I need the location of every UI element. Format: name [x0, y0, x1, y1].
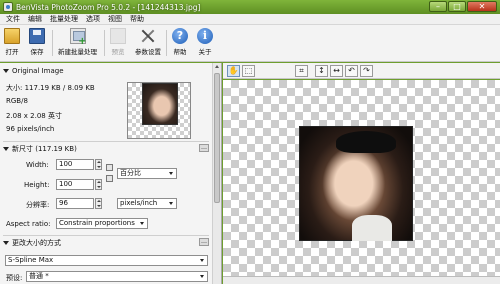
- height-label: Height:: [24, 181, 50, 189]
- maximize-button[interactable]: □: [448, 1, 466, 12]
- crop-button[interactable]: ⌗: [295, 65, 308, 77]
- tools-icon: [140, 28, 156, 44]
- resolution-info: 96 pixels/inch: [6, 125, 55, 133]
- original-thumbnail: [127, 82, 191, 139]
- about-button[interactable]: i 关于: [197, 28, 213, 56]
- menu-batch[interactable]: 批量处理: [46, 14, 82, 24]
- info-icon: i: [197, 28, 213, 44]
- help-icon: ?: [172, 28, 188, 44]
- menu-help[interactable]: 帮助: [126, 14, 148, 24]
- new-batch-button[interactable]: 新建批量处理: [58, 28, 97, 56]
- batch-icon: [69, 28, 87, 47]
- collapse-triangle-icon: [3, 241, 9, 245]
- open-label: 打开: [5, 48, 19, 56]
- window-controls: – □ ✕: [429, 1, 497, 12]
- preset-select[interactable]: 普通 *: [26, 271, 208, 282]
- close-button[interactable]: ✕: [467, 1, 497, 12]
- menu-bar: 文件 编辑 批量处理 选项 视图 帮助: [0, 14, 500, 25]
- app-icon: [3, 2, 13, 12]
- fit-horizontal-button[interactable]: ↔: [330, 65, 343, 77]
- file-size-info: 大小: 117.19 KB / 8.09 KB: [6, 84, 95, 92]
- menu-view[interactable]: 视图: [104, 14, 126, 24]
- resize-method-select[interactable]: S-Spline Max: [5, 255, 208, 266]
- status-bar: [223, 276, 500, 284]
- width-stepper[interactable]: [95, 159, 102, 170]
- menu-edit[interactable]: 编辑: [24, 14, 46, 24]
- main-toolbar: 打开 保存 新建批量处理 预览 参数设置 ? 帮助 i 关于: [0, 25, 500, 62]
- toolbar-separator: [52, 30, 53, 56]
- help-button[interactable]: ? 帮助: [172, 28, 188, 56]
- hand-icon: ✋: [228, 66, 239, 75]
- resolution-stepper[interactable]: [95, 198, 102, 209]
- vertical-arrows-icon: ↕: [318, 66, 325, 75]
- fit-vertical-button[interactable]: ↕: [315, 65, 328, 77]
- scrollbar-thumb[interactable]: [214, 73, 220, 203]
- open-button[interactable]: 打开: [4, 28, 20, 56]
- save-label: 保存: [30, 48, 44, 56]
- size-unit-select[interactable]: 百分比: [117, 168, 177, 179]
- view-toolbar: ✋ ⬚ ⌗ ↕ ↔ ↶ ↷: [223, 63, 500, 79]
- help-label: 帮助: [173, 48, 187, 56]
- scroll-up-arrow-icon[interactable]: [215, 65, 219, 68]
- preview-image: [299, 126, 413, 241]
- floppy-disk-icon: [29, 28, 45, 44]
- thumbnail-image: [142, 83, 178, 125]
- about-label: 关于: [198, 48, 212, 56]
- aspect-ratio-label: Aspect ratio:: [6, 220, 51, 228]
- width-label: Width:: [26, 161, 49, 169]
- dimensions-info: 2.08 x 2.08 英寸: [6, 112, 62, 120]
- section-divider: [3, 141, 209, 142]
- width-field[interactable]: 100: [56, 159, 94, 170]
- resolution-unit-select[interactable]: pixels/inch: [117, 198, 177, 209]
- original-image-header[interactable]: Original Image: [3, 67, 64, 75]
- rotate-left-button[interactable]: ↶: [345, 65, 358, 77]
- rotate-right-icon: ↷: [363, 66, 370, 75]
- aspect-lock-icon[interactable]: [106, 175, 113, 182]
- settings-panel: Original Image 大小: 117.19 KB / 8.09 KB R…: [0, 63, 222, 284]
- resize-method-header[interactable]: 更改大小的方式: [3, 238, 61, 248]
- hand-tool-button[interactable]: ✋: [227, 65, 240, 77]
- title-bar: BenVista PhotoZoom Pro 5.0.2 - [14124431…: [0, 0, 500, 14]
- preview-label: 预览: [111, 48, 125, 56]
- new-batch-label: 新建批量处理: [58, 48, 97, 56]
- color-mode-info: RGB/8: [6, 97, 28, 105]
- menu-file[interactable]: 文件: [2, 14, 24, 24]
- original-image-title: Original Image: [12, 67, 64, 75]
- toolbar-separator: [104, 30, 105, 56]
- rotate-right-button[interactable]: ↷: [360, 65, 373, 77]
- preview-button[interactable]: 预览: [110, 28, 126, 56]
- select-tool-button[interactable]: ⬚: [242, 65, 255, 77]
- settings-label: 参数设置: [135, 48, 161, 56]
- printer-icon: [110, 28, 126, 44]
- resize-method-title: 更改大小的方式: [12, 239, 61, 247]
- horizontal-arrows-icon: ↔: [333, 66, 340, 75]
- folder-open-icon: [4, 28, 20, 44]
- minimize-button[interactable]: –: [429, 1, 447, 12]
- aspect-lock-icon[interactable]: [106, 164, 113, 171]
- height-field[interactable]: 100: [56, 179, 94, 190]
- resolution-field[interactable]: 96: [56, 198, 94, 209]
- menu-options[interactable]: 选项: [82, 14, 104, 24]
- resize-method-menu-button[interactable]: …: [199, 238, 209, 246]
- crop-icon: ⌗: [299, 66, 304, 75]
- collapse-triangle-icon: [3, 69, 9, 73]
- height-stepper[interactable]: [95, 179, 102, 190]
- collapse-triangle-icon: [3, 147, 9, 151]
- new-size-header[interactable]: 新尺寸 (117.19 KB): [3, 144, 77, 154]
- section-divider: [3, 235, 209, 236]
- new-size-menu-button[interactable]: …: [199, 144, 209, 152]
- panel-scrollbar[interactable]: [212, 63, 221, 284]
- settings-button[interactable]: 参数设置: [135, 28, 161, 56]
- rotate-left-icon: ↶: [348, 66, 355, 75]
- selection-icon: ⬚: [244, 66, 253, 75]
- toolbar-separator: [166, 30, 167, 56]
- save-button[interactable]: 保存: [29, 28, 45, 56]
- resolution-label: 分辨率:: [26, 201, 50, 209]
- preset-label: 预设:: [6, 274, 23, 282]
- preview-canvas[interactable]: [223, 80, 500, 284]
- aspect-ratio-select[interactable]: Constrain proportions: [56, 218, 148, 229]
- window-title: BenVista PhotoZoom Pro 5.0.2 - [14124431…: [16, 2, 201, 12]
- new-size-title: 新尺寸 (117.19 KB): [12, 145, 77, 153]
